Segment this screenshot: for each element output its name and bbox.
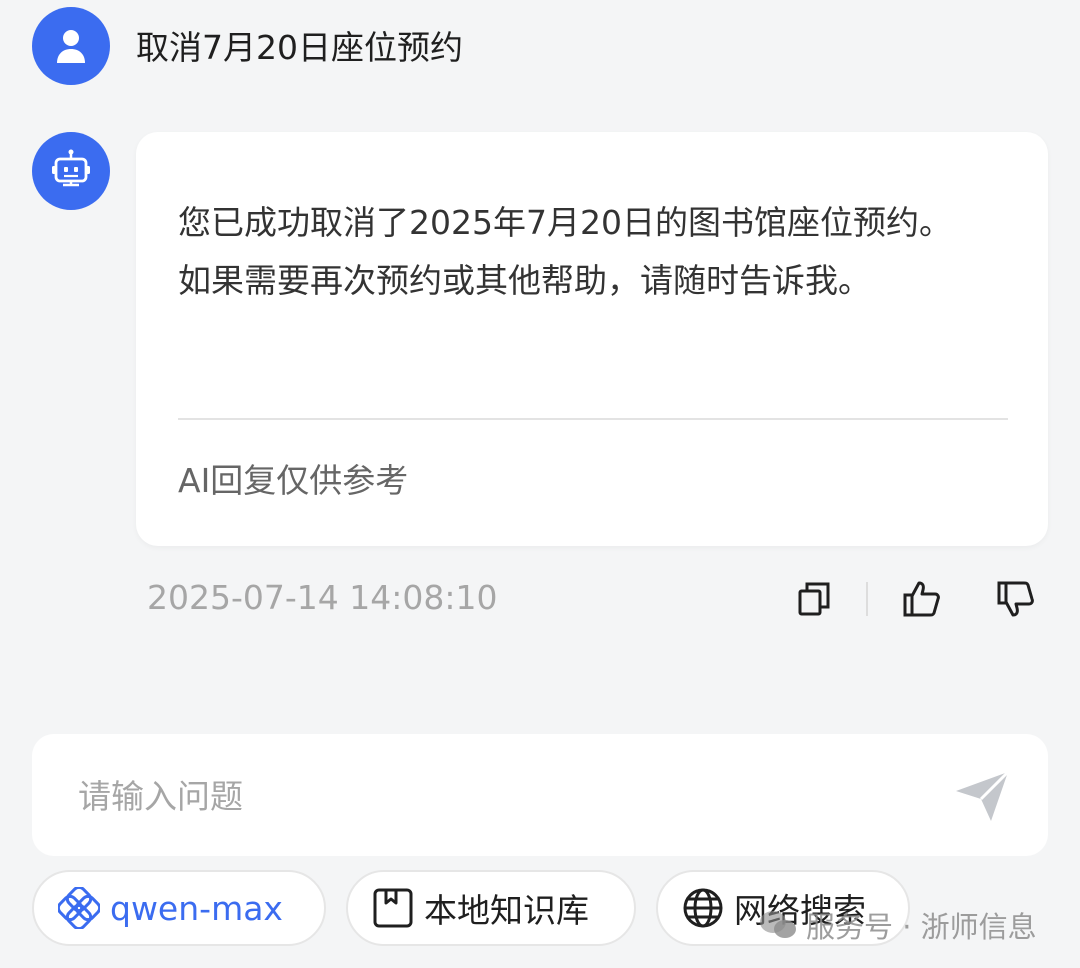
book-icon — [373, 888, 413, 928]
message-timestamp: 2025-07-14 14:08:10 — [147, 578, 498, 617]
copy-icon — [798, 582, 830, 616]
question-input[interactable] — [76, 768, 900, 824]
knowledge-base-chip[interactable]: 本地知识库 — [346, 870, 636, 946]
bot-message-card: 您已成功取消了2025年7月20日的图书馆座位预约。如果需要再次预约或其他帮助，… — [136, 132, 1048, 546]
user-icon — [57, 30, 85, 63]
action-separator — [866, 582, 868, 616]
bot-avatar — [32, 132, 110, 210]
bot-message-text: 您已成功取消了2025年7月20日的图书馆座位预约。如果需要再次预约或其他帮助，… — [178, 203, 952, 300]
knowledge-base-label: 本地知识库 — [424, 891, 589, 930]
send-button[interactable] — [950, 764, 1014, 828]
like-button[interactable] — [900, 577, 944, 621]
model-logo-icon — [58, 887, 100, 929]
watermark-text: 服务号 · 浙师信息 — [806, 910, 1037, 944]
chat-page: 取消7月20日座位预约 您已成功取消了2025年7月20日的图书馆座位预约。如果… — [0, 0, 1080, 968]
user-message-text: 取消7月20日座位预约 — [136, 28, 463, 67]
watermark: 服务号 · 浙师信息 — [758, 904, 1037, 946]
question-input-box — [32, 734, 1048, 856]
robot-icon — [52, 149, 90, 187]
model-name: qwen-max — [110, 888, 283, 928]
divider — [178, 418, 1008, 420]
ai-disclaimer: AI回复仅供参考 — [178, 461, 409, 500]
copy-button[interactable] — [792, 577, 836, 621]
globe-icon — [683, 888, 723, 928]
user-avatar — [32, 7, 110, 85]
dislike-button[interactable] — [994, 577, 1038, 621]
model-selector-chip[interactable]: qwen-max — [32, 870, 326, 946]
thumbs-down-icon — [997, 581, 1034, 617]
thumbs-up-icon — [903, 581, 940, 617]
wechat-icon — [760, 911, 796, 938]
send-icon — [956, 770, 1010, 821]
